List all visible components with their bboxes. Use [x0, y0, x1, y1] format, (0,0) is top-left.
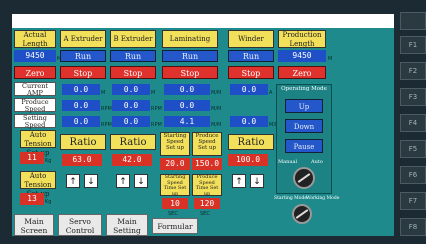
function-key-f3[interactable]: F3: [400, 88, 426, 106]
production-length-header: Production Length: [278, 30, 326, 48]
a-extruder-stop-button[interactable]: Stop: [60, 66, 106, 79]
tab-servo-control[interactable]: Servo Control: [58, 214, 102, 236]
b-extruder-produce-unit: RPM: [151, 106, 162, 112]
produce-time-unit: SEC: [200, 211, 210, 217]
function-key-bar: F1 F2 F3 F4 F5 F6 F7 F8: [398, 10, 426, 240]
winder-current-unit: A: [269, 90, 273, 96]
b-extruder-stop-button[interactable]: Stop: [110, 66, 156, 79]
a-extruder-produce: 0.0: [62, 100, 100, 111]
laminating-produce: 0.0: [164, 100, 210, 111]
winder-header: Winder: [228, 30, 274, 48]
laminating-run-button[interactable]: Run: [162, 50, 218, 62]
a-extruder-setting: 0.0: [62, 116, 100, 127]
produce-speed-label: Produce Speed: [14, 98, 56, 113]
actual-length-zero-button[interactable]: Zero: [14, 66, 56, 79]
starting-time-value[interactable]: 10: [162, 198, 188, 209]
laminating-produce-unit: M/M: [211, 106, 222, 112]
a-extruder-produce-unit: RPM: [101, 106, 112, 112]
function-key-0[interactable]: [400, 12, 426, 30]
starting-time-unit: SEC: [168, 211, 178, 217]
function-key-f5[interactable]: F5: [400, 140, 426, 158]
auto-tension-2-unit: Kg: [45, 199, 52, 205]
current-amp-label: Current AMP: [14, 82, 56, 97]
auto-label: Auto: [311, 159, 323, 165]
winder-run-button[interactable]: Run: [228, 50, 274, 62]
production-length-zero-button[interactable]: Zero: [278, 66, 326, 79]
a-extruder-down-arrow-button[interactable]: ↓: [84, 174, 98, 188]
operating-mode-title: Operating Mode: [281, 86, 327, 92]
starting-speed-setup-header: Starting Speed Set up: [160, 132, 190, 156]
mode-up-button[interactable]: Up: [285, 99, 323, 113]
laminating-header: Laminating: [162, 30, 218, 48]
title-bar: [12, 14, 394, 28]
production-length-value: 9450: [278, 50, 326, 62]
laminating-setting-unit: M/M: [211, 122, 222, 128]
a-extruder-up-arrow-button[interactable]: ↑: [66, 174, 80, 188]
b-extruder-run-button[interactable]: Run: [110, 50, 156, 62]
winder-stop-button[interactable]: Stop: [228, 66, 274, 79]
auto-tension-2-header: Auto Tension Set up: [20, 171, 56, 198]
b-extruder-ratio-button[interactable]: Ratio: [110, 134, 156, 150]
function-key-f2[interactable]: F2: [400, 62, 426, 80]
function-key-f6[interactable]: F6: [400, 166, 426, 184]
b-extruder-ratio-value[interactable]: 42.0: [112, 154, 152, 166]
a-extruder-current: 0.0: [62, 84, 100, 95]
tab-formular[interactable]: Formular: [152, 218, 198, 234]
starting-working-selector-knob[interactable]: [292, 204, 312, 224]
manual-auto-selector-knob[interactable]: [293, 167, 315, 189]
a-extruder-ratio-button[interactable]: Ratio: [60, 134, 106, 150]
tab-main-screen[interactable]: Main Screen: [14, 214, 54, 236]
setting-speed-label: Setting Speed: [14, 114, 56, 129]
a-extruder-ratio-value[interactable]: 63.0: [62, 154, 102, 166]
function-key-f8[interactable]: F8: [400, 218, 426, 236]
a-extruder-setting-unit: RPM: [101, 122, 112, 128]
produce-speed-time-header: Produce Speed Time Set up: [192, 174, 222, 196]
function-key-f7[interactable]: F7: [400, 192, 426, 210]
winder-down-arrow-button[interactable]: ↓: [250, 174, 264, 188]
actual-length-header: Actual Length: [14, 30, 56, 48]
a-extruder-run-button[interactable]: Run: [60, 50, 106, 62]
mode-down-button[interactable]: Down: [285, 119, 323, 133]
winder-setting: 0.0: [230, 116, 268, 127]
laminating-stop-button[interactable]: Stop: [162, 66, 218, 79]
winder-current: 0.0: [230, 84, 268, 95]
a-extruder-header: A Extruder: [60, 30, 106, 48]
b-extruder-setting: 0.0: [112, 116, 150, 127]
production-length-unit: M: [328, 56, 333, 62]
starting-mode-label: Starting Mode: [274, 196, 308, 201]
produce-time-value[interactable]: 120: [194, 198, 220, 209]
produce-speed-setup-header: Produce Speed Set up: [192, 132, 222, 156]
b-extruder-up-arrow-button[interactable]: ↑: [116, 174, 130, 188]
winder-ratio-value[interactable]: 100.0: [228, 154, 268, 166]
winder-ratio-button[interactable]: Ratio: [228, 134, 274, 150]
hmi-device: F1 F2 F3 F4 F5 F6 F7 F8 Actual Length 94…: [0, 0, 426, 244]
starting-speed-value[interactable]: 20.0: [160, 158, 190, 170]
b-extruder-header: B Extruder: [110, 30, 156, 48]
b-extruder-setting-unit: RPM: [151, 122, 162, 128]
manual-label: Manual: [278, 159, 298, 165]
starting-speed-time-header: Starting Speed Time Set up: [160, 174, 190, 196]
actual-length-value: 9450: [14, 50, 56, 62]
laminating-current-unit: M/M: [211, 90, 222, 96]
tab-main-setting[interactable]: Main Setting: [106, 214, 148, 236]
auto-tension-2-value[interactable]: 13: [20, 193, 44, 205]
produce-speed-value[interactable]: 150.0: [192, 158, 222, 170]
b-extruder-down-arrow-button[interactable]: ↓: [134, 174, 148, 188]
hmi-screen: Actual Length 9450 M Zero Current AMP Pr…: [12, 14, 394, 236]
laminating-current: 0.0: [164, 84, 210, 95]
mode-pause-button[interactable]: Pause: [285, 139, 323, 153]
a-extruder-current-unit: M: [101, 90, 106, 96]
function-key-f1[interactable]: F1: [400, 36, 426, 54]
b-extruder-current: 0.0: [112, 84, 150, 95]
operating-mode-panel: Operating Mode Up Down Pause Manual Auto: [276, 84, 332, 194]
auto-tension-unit: Kg: [45, 158, 52, 164]
b-extruder-produce: 0.0: [112, 100, 150, 111]
auto-tension-value[interactable]: 11: [20, 152, 44, 164]
laminating-setting: 4.1: [164, 116, 210, 127]
b-extruder-current-unit: M: [151, 90, 156, 96]
auto-tension-header: Auto Tension Set up: [20, 130, 56, 157]
working-mode-label: Working Mode: [306, 196, 340, 201]
winder-up-arrow-button[interactable]: ↑: [232, 174, 246, 188]
function-key-f4[interactable]: F4: [400, 114, 426, 132]
